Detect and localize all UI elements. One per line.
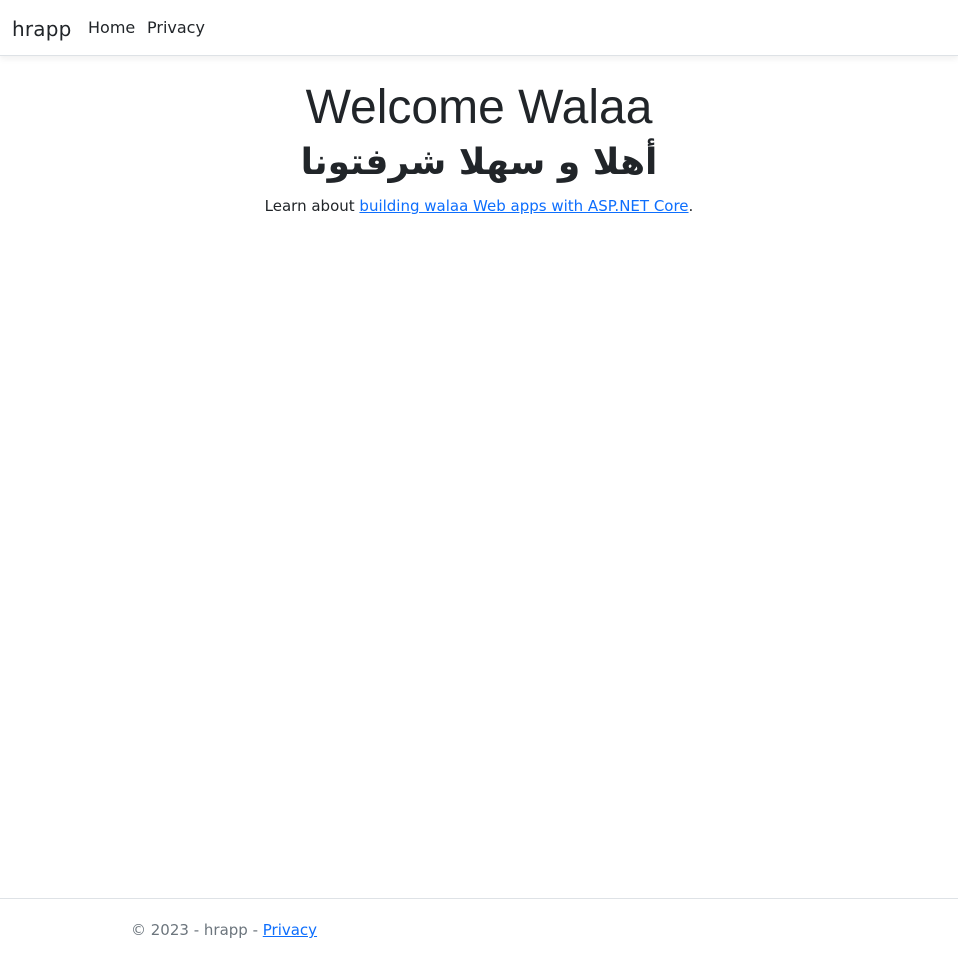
learn-more-link[interactable]: building walaa Web apps with ASP.NET Cor…: [359, 197, 688, 215]
learn-prefix-text: Learn about: [264, 197, 360, 215]
page-title: Welcome Walaa: [305, 81, 653, 134]
arabic-heading: أهلا و سهلا شرفتونا: [300, 142, 658, 183]
top-navbar: hrapp Home Privacy: [0, 0, 958, 56]
page-footer: © 2023 - hrapp - Privacy: [0, 898, 958, 959]
learn-paragraph: Learn about building walaa Web apps with…: [0, 195, 958, 217]
footer-text: © 2023 - hrapp - Privacy: [131, 919, 317, 941]
learn-suffix-text: .: [688, 197, 694, 215]
footer-privacy-link[interactable]: Privacy: [263, 921, 317, 939]
brand-link[interactable]: hrapp: [12, 15, 72, 43]
nav-privacy-link[interactable]: Privacy: [147, 17, 205, 39]
nav-home-link[interactable]: Home: [88, 17, 135, 39]
copyright-text: © 2023 - hrapp -: [131, 921, 263, 939]
